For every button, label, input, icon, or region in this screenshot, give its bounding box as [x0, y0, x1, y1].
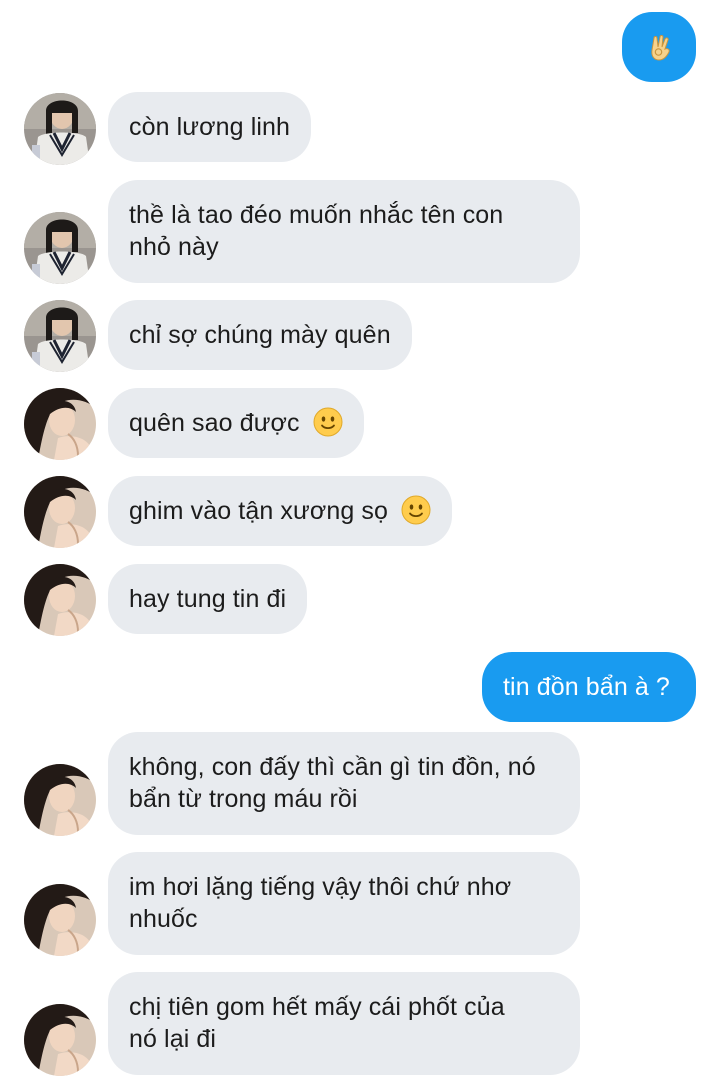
message-bubble[interactable]: không, con đấy thì cần gì tin đồn, nó bẩ…: [108, 732, 580, 835]
message-text-line: thề là tao đéo muốn nhắc tên con: [129, 201, 504, 229]
contact-avatar[interactable]: [24, 884, 96, 956]
contact-avatar[interactable]: [24, 764, 96, 836]
contact-avatar[interactable]: [24, 212, 96, 284]
message-text-line: bẩn từ trong máu rồi: [129, 785, 358, 813]
sent-emoji-bubble[interactable]: [622, 12, 696, 82]
contact-avatar[interactable]: [24, 564, 96, 636]
message-bubble[interactable]: quên sao được: [108, 388, 364, 458]
message-bubble[interactable]: còn lương linh: [108, 92, 312, 162]
message-text-line: nó lại đi: [129, 1025, 217, 1053]
contact-avatar[interactable]: [24, 1004, 96, 1076]
message-text: tin đồn bẩn à ?: [503, 673, 670, 701]
contact-avatar[interactable]: [24, 476, 96, 548]
message-text-line: chị tiên gom hết mấy cái phốt của: [129, 993, 505, 1021]
message-text: còn lương linh: [129, 113, 291, 141]
message-text: chỉ sợ chúng mày quên: [129, 321, 391, 349]
message-text-line: nhỏ này: [129, 233, 219, 261]
ok-hand-emoji-icon: [651, 35, 670, 61]
contact-avatar[interactable]: [24, 388, 96, 460]
message-bubble[interactable]: hay tung tin đi: [108, 564, 308, 634]
message-text: ghim vào tận xương sọ: [129, 497, 388, 525]
message-bubble[interactable]: ghim vào tận xương sọ: [108, 476, 453, 546]
message-text: quên sao được: [129, 409, 300, 437]
message-text: hay tung tin đi: [129, 585, 287, 613]
sent-message-bubble[interactable]: tin đồn bẩn à ?: [482, 652, 696, 722]
slightly-smiling-face-icon: [401, 495, 431, 525]
message-bubble[interactable]: im hơi lặng tiếng vậy thôi chứ nhơ nhuốc: [108, 852, 580, 955]
contact-avatar[interactable]: [24, 300, 96, 372]
chat-thread: còn lương linh thề là tao đéo muốn nhắc …: [0, 0, 720, 1081]
message-bubble[interactable]: chị tiên gom hết mấy cái phốt của nó lại…: [108, 972, 580, 1075]
message-text-line: không, con đấy thì cần gì tin đồn, nó: [129, 753, 536, 781]
message-text-line: im hơi lặng tiếng vậy thôi chứ nhơ: [129, 873, 512, 901]
message-bubble[interactable]: chỉ sợ chúng mày quên: [108, 300, 412, 370]
slightly-smiling-face-icon: [313, 407, 343, 437]
message-bubble[interactable]: thề là tao đéo muốn nhắc tên con nhỏ này: [108, 180, 580, 283]
contact-avatar[interactable]: [24, 93, 96, 165]
message-text-line: nhuốc: [129, 905, 198, 933]
